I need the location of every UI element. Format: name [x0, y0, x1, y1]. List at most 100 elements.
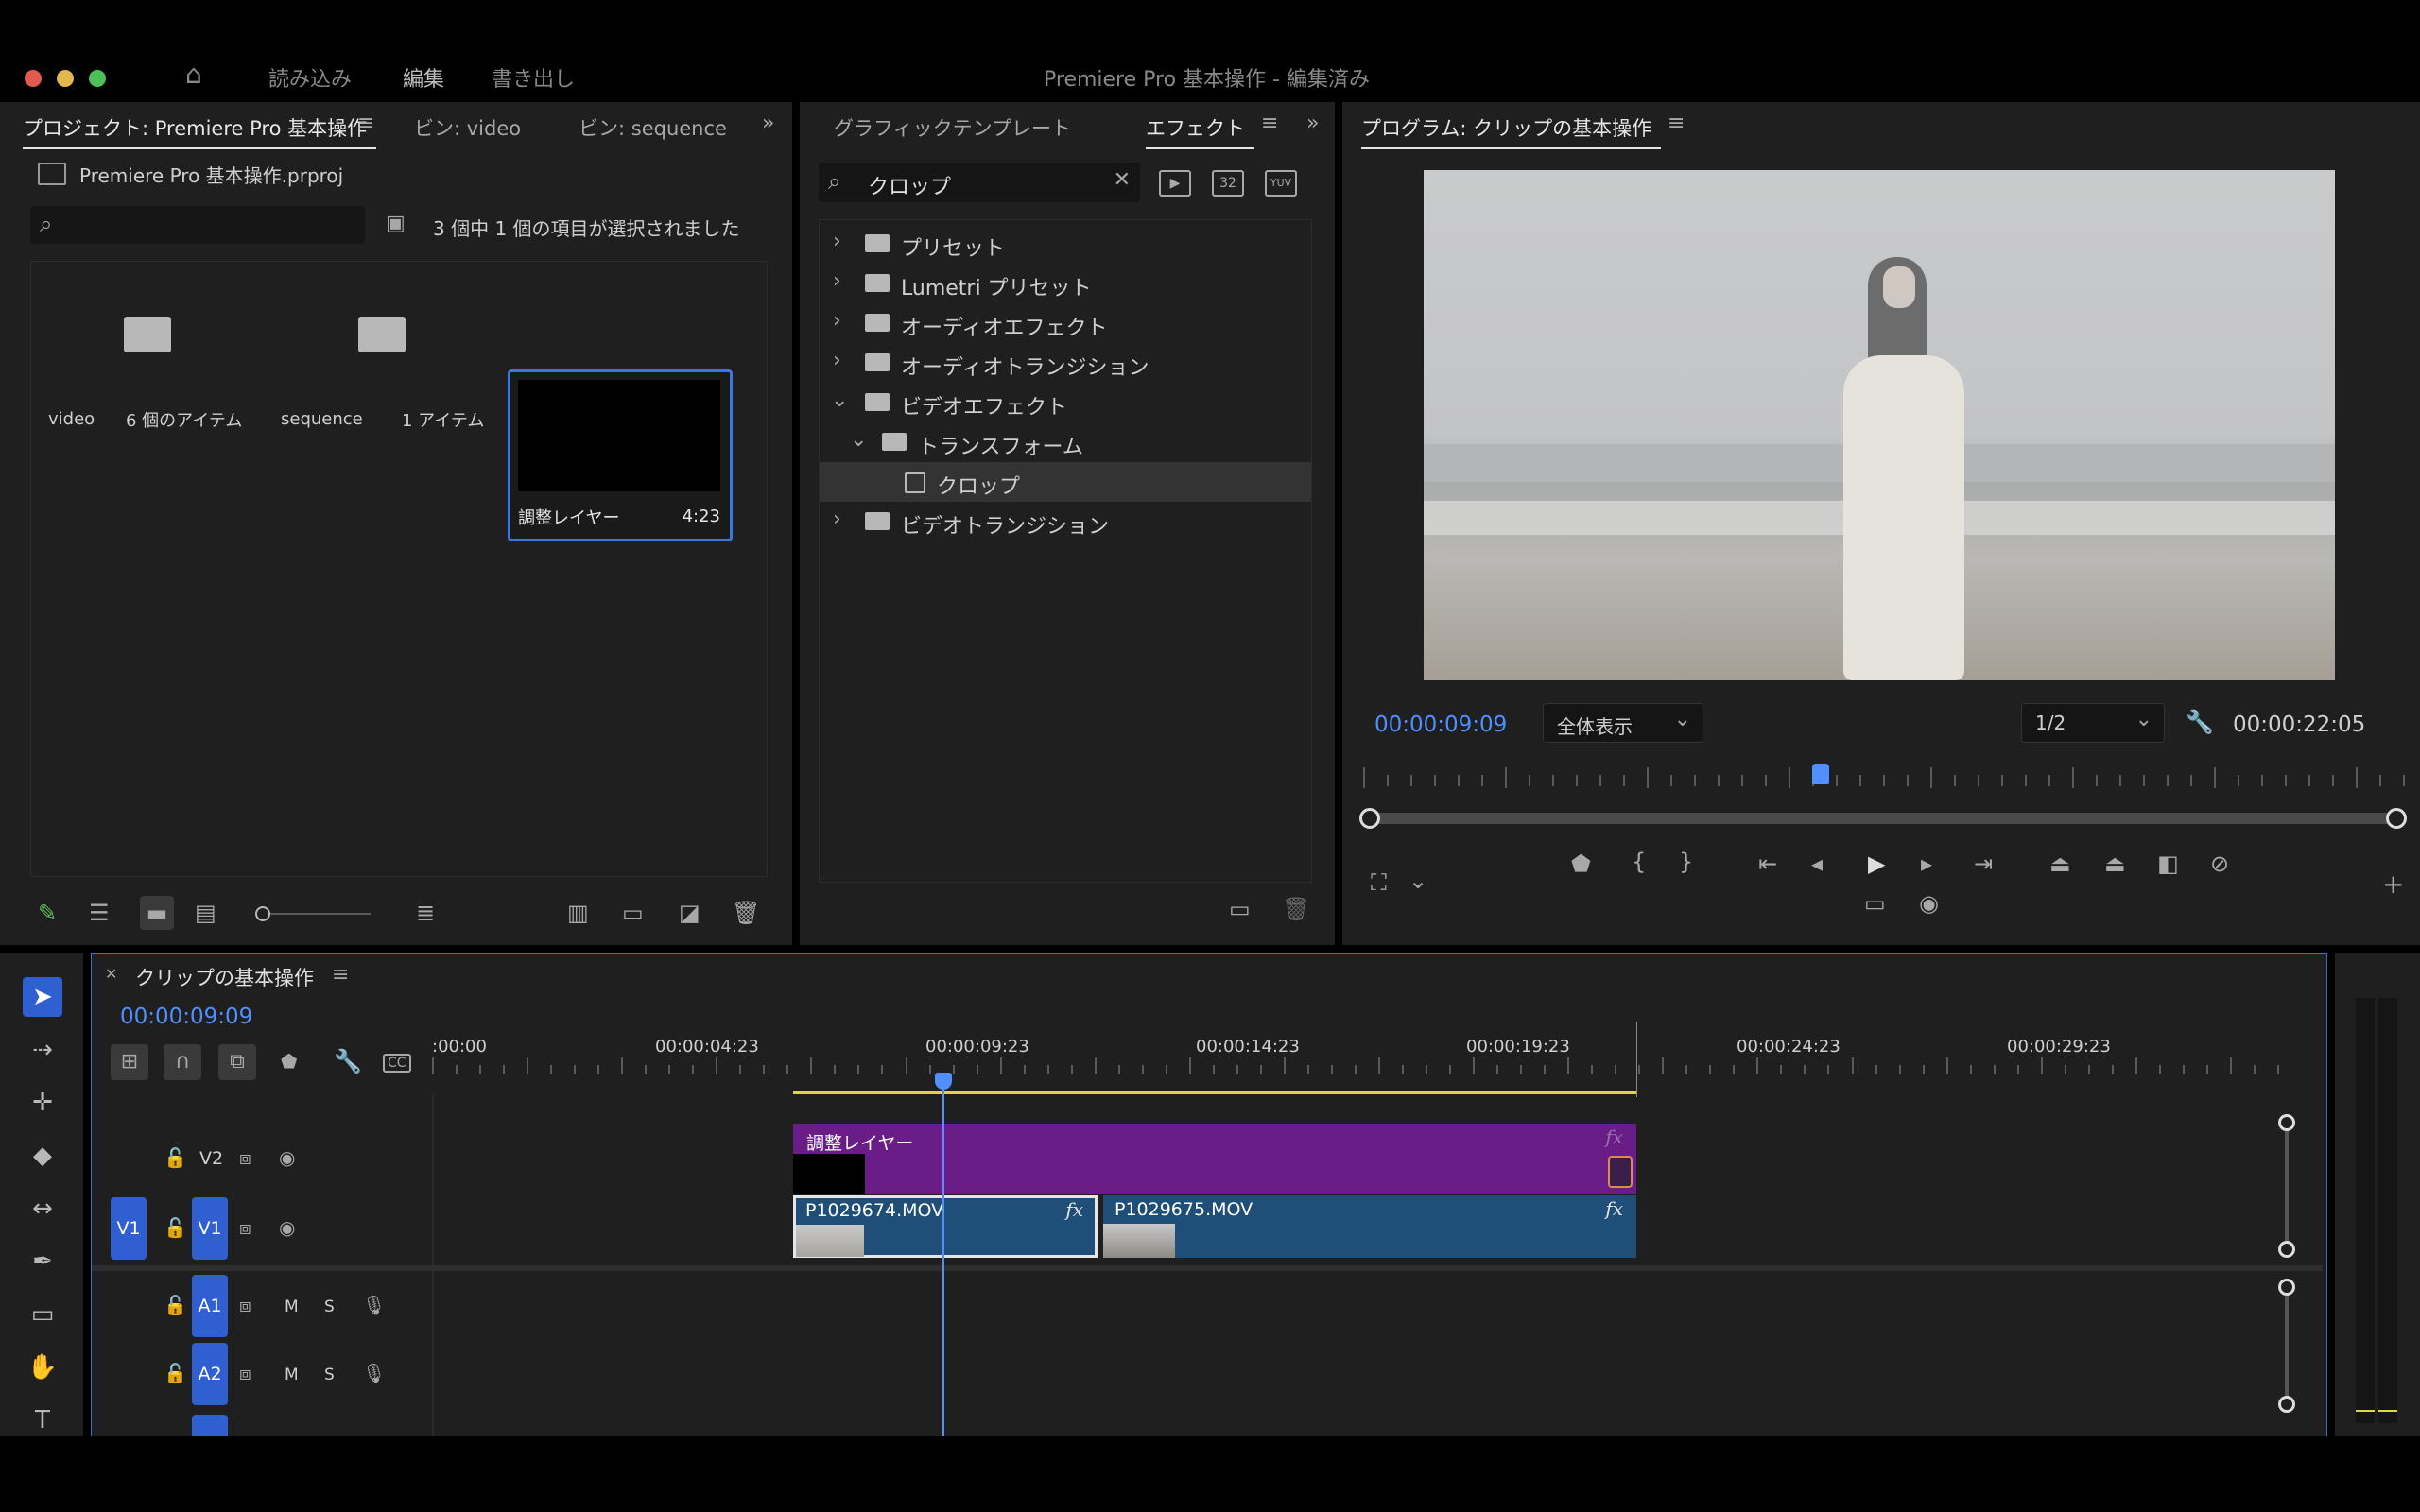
track-select-tool-icon[interactable]: ⇢: [23, 1030, 62, 1070]
solo-button[interactable]: S: [324, 1297, 335, 1316]
clip-adjustment-layer[interactable]: 調整レイヤー fx: [793, 1124, 1636, 1194]
microphone-icon[interactable]: 🎙: [362, 1296, 386, 1314]
tab-bin-video[interactable]: ビン: video: [414, 113, 521, 142]
zoom-slider[interactable]: [255, 906, 371, 921]
track-target-a3[interactable]: [192, 1415, 228, 1437]
effects-menu-icon[interactable]: ≡: [1261, 112, 1278, 135]
clip-p1029675[interactable]: P1029675.MOV fx: [1103, 1195, 1636, 1258]
insert-overwrite-icon[interactable]: ⊞: [111, 1044, 148, 1080]
sync-lock-icon[interactable]: ⧈: [239, 1148, 251, 1167]
add-button-icon[interactable]: +: [2382, 871, 2404, 898]
clear-search-icon[interactable]: ✕: [1114, 170, 1131, 191]
chevron-right-icon[interactable]: ›: [833, 349, 841, 372]
tree-item-video-transitions[interactable]: › ビデオトランジション: [820, 502, 1311, 541]
zoom-slider-handle[interactable]: [255, 906, 270, 921]
tree-item-video-effects[interactable]: ⌄ ビデオエフェクト: [820, 383, 1311, 422]
selection-tool-icon[interactable]: ➤: [23, 977, 62, 1017]
icon-view-icon[interactable]: ▬: [140, 896, 174, 930]
step-forward-icon[interactable]: ▸: [1921, 852, 1932, 875]
track-target-v1[interactable]: V1: [192, 1197, 228, 1260]
lock-icon[interactable]: 🔓: [164, 1296, 187, 1314]
snap-icon[interactable]: ∩: [164, 1044, 201, 1080]
sync-lock-icon[interactable]: ⧈: [239, 1364, 251, 1383]
go-to-out-icon[interactable]: ⇥: [1974, 852, 1993, 875]
wrench-icon[interactable]: 🔧: [334, 1050, 362, 1073]
audio-tracks-scrollbar[interactable]: [2278, 1279, 2295, 1413]
program-menu-icon[interactable]: ≡: [1668, 112, 1685, 135]
maximize-window-button[interactable]: [89, 70, 106, 87]
tab-effects[interactable]: エフェクト: [1146, 113, 1254, 149]
menu-edit[interactable]: 編集: [403, 62, 444, 93]
item-adjustment-layer[interactable]: 調整レイヤー 4:23: [508, 369, 733, 541]
sync-lock-icon[interactable]: ⧈: [239, 1218, 251, 1237]
tab-graphic-templates[interactable]: グラフィックテンプレート: [834, 113, 1071, 142]
menu-export[interactable]: 書き出し: [492, 62, 575, 93]
zoom-bar-left-handle[interactable]: [1359, 808, 1380, 829]
program-time-ruler[interactable]: [1363, 764, 2405, 798]
timeline-ruler[interactable]: :00:00 00:00:04:23 00:00:09:23 00:00:14:23 0…: [432, 1029, 2285, 1082]
video-tracks-scrollbar[interactable]: [2278, 1114, 2295, 1258]
mark-in-icon[interactable]: {: [1632, 850, 1646, 873]
folder-video[interactable]: video 6 個のアイテム: [31, 262, 254, 438]
program-playhead[interactable]: [1812, 764, 1829, 784]
tab-bin-sequence[interactable]: ビン: sequence: [579, 113, 727, 142]
track-target-a1[interactable]: A1: [192, 1275, 228, 1337]
panel-overflow-icon[interactable]: »: [1306, 112, 1319, 135]
chevron-down-icon[interactable]: ⌄: [1409, 869, 1427, 892]
close-tab-icon[interactable]: ✕: [105, 967, 117, 982]
lock-icon[interactable]: 🔓: [164, 1364, 187, 1383]
trash-icon[interactable]: 🗑: [1282, 898, 1310, 920]
timeline-current-time[interactable]: 00:00:09:09: [120, 1005, 252, 1029]
captions-icon[interactable]: CC: [383, 1054, 411, 1073]
scroll-handle-bottom[interactable]: [2278, 1396, 2295, 1413]
new-bin-icon[interactable]: ▭: [622, 902, 644, 924]
clip-p1029674[interactable]: P1029674.MOV fx: [793, 1195, 1098, 1258]
mute-button[interactable]: M: [285, 1297, 299, 1316]
add-marker-icon[interactable]: ⬟: [281, 1052, 297, 1071]
hand-tool-icon[interactable]: ✋: [23, 1348, 62, 1387]
folder-sequence[interactable]: sequence 1 アイテム: [268, 262, 491, 438]
solo-button[interactable]: S: [324, 1366, 335, 1384]
work-area-bar[interactable]: [793, 1091, 1636, 1094]
mark-out-icon[interactable]: }: [1679, 850, 1693, 873]
track-target-a2[interactable]: A2: [192, 1343, 228, 1405]
bin-search-icon[interactable]: ▣: [386, 214, 406, 234]
yuv-effects-icon[interactable]: YUV: [1265, 170, 1297, 197]
eye-icon[interactable]: ◉: [279, 1148, 295, 1167]
extract-icon[interactable]: ⏏: [2104, 852, 2126, 875]
project-search-input[interactable]: ⌕: [30, 206, 365, 244]
go-to-in-icon[interactable]: ⇤: [1758, 852, 1777, 875]
step-back-icon[interactable]: ◂: [1811, 852, 1823, 875]
zoom-select[interactable]: 全体表示 ⌄: [1543, 703, 1703, 743]
rectangle-tool-icon[interactable]: ▭: [23, 1295, 62, 1334]
scroll-handle-bottom[interactable]: [2278, 1241, 2295, 1258]
timeline-playhead-handle[interactable]: [935, 1073, 952, 1090]
accelerated-effects-icon[interactable]: ▶: [1159, 170, 1191, 197]
new-item-icon[interactable]: ◪: [679, 902, 700, 924]
tree-item-crop[interactable]: クロップ: [820, 462, 1311, 502]
home-icon[interactable]: ⌂: [185, 59, 214, 90]
mute-button[interactable]: M: [285, 1366, 299, 1384]
pen-tool-icon[interactable]: ✒: [23, 1242, 62, 1281]
tree-item-presets[interactable]: › プリセット: [820, 224, 1311, 264]
camera-icon[interactable]: ◉: [1919, 892, 1939, 915]
freeform-view-icon[interactable]: ▤: [195, 902, 216, 924]
chevron-right-icon[interactable]: ›: [833, 269, 841, 293]
chevron-right-icon[interactable]: ›: [833, 507, 841, 531]
timeline-playhead[interactable]: [942, 1074, 944, 1437]
trim-cursor-icon[interactable]: [1608, 1156, 1633, 1188]
tab-project[interactable]: プロジェクト: Premiere Pro 基本操作: [23, 113, 377, 149]
lock-icon[interactable]: 🔓: [164, 1148, 187, 1167]
proxy-toggle-icon[interactable]: ⊘: [2210, 852, 2229, 875]
pencil-icon[interactable]: ✎: [38, 902, 57, 924]
new-bin-icon[interactable]: ▭: [1229, 898, 1251, 920]
source-patch-v1[interactable]: V1: [111, 1197, 147, 1260]
wrench-icon[interactable]: 🔧: [2186, 711, 2214, 733]
zoom-bar-right-handle[interactable]: [2386, 808, 2407, 829]
panel-overflow-icon[interactable]: »: [762, 112, 774, 135]
scroll-handle-top[interactable]: [2278, 1114, 2295, 1131]
tab-program[interactable]: プログラム: クリップの基本操作: [1361, 113, 1662, 149]
chevron-right-icon[interactable]: ›: [833, 309, 841, 333]
zoom-scroll-bar[interactable]: [1359, 808, 2407, 829]
resolution-select[interactable]: 1/2 ⌄: [2021, 703, 2165, 743]
